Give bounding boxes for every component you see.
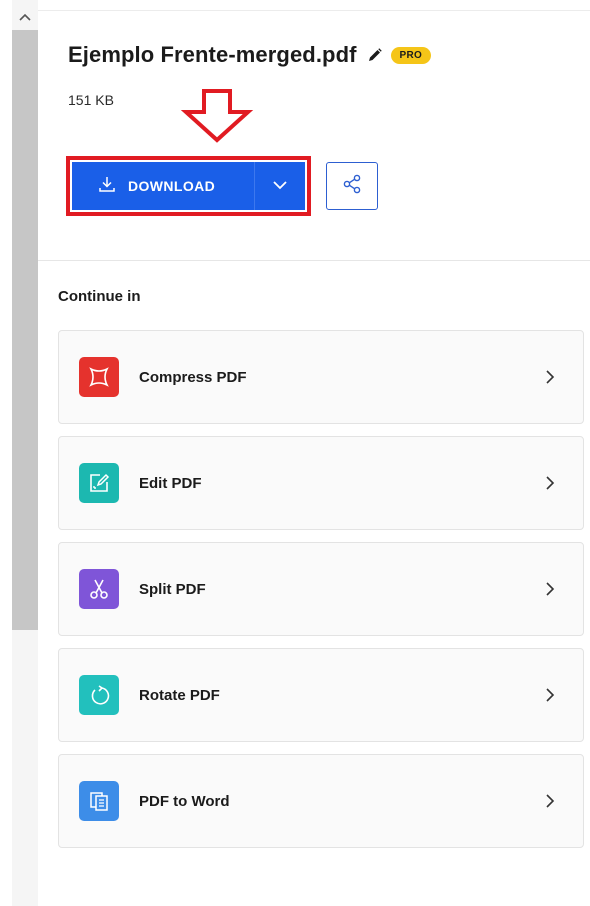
continue-in-heading: Continue in xyxy=(58,288,141,305)
edit-icon xyxy=(79,463,119,503)
compress-icon xyxy=(79,357,119,397)
chevron-right-icon xyxy=(545,793,555,809)
chevron-right-icon xyxy=(545,581,555,597)
vertical-scrollbar[interactable] xyxy=(12,0,38,906)
pro-badge: PRO xyxy=(390,46,432,64)
scissors-icon xyxy=(79,569,119,609)
chevron-right-icon xyxy=(545,687,555,703)
tool-label-pdf-to-word: PDF to Word xyxy=(139,792,230,810)
file-title-row: Ejemplo Frente-merged.pdf PRO xyxy=(68,42,432,68)
share-button[interactable] xyxy=(326,162,378,210)
top-divider xyxy=(38,10,590,11)
chevron-down-icon xyxy=(272,177,288,195)
tool-card-pdf-to-word[interactable]: PDF to Word xyxy=(58,754,584,848)
download-label: DOWNLOAD xyxy=(128,178,216,194)
file-panel: Ejemplo Frente-merged.pdf PRO 151 KB DOW… xyxy=(38,0,590,906)
tool-card-split-pdf[interactable]: Split PDF xyxy=(58,542,584,636)
download-options-dropdown[interactable] xyxy=(255,162,305,210)
scroll-up-arrow-icon[interactable] xyxy=(12,6,38,28)
rotate-icon xyxy=(79,675,119,715)
tool-label-split-pdf: Split PDF xyxy=(139,580,206,598)
download-main[interactable]: DOWNLOAD xyxy=(72,162,254,210)
pencil-icon[interactable] xyxy=(367,47,383,63)
word-icon xyxy=(79,781,119,821)
tool-card-compress-pdf[interactable]: Compress PDF xyxy=(58,330,584,424)
scrollbar-thumb[interactable] xyxy=(12,30,38,630)
download-icon xyxy=(98,175,116,198)
tool-label-edit-pdf: Edit PDF xyxy=(139,474,202,492)
tool-label-compress-pdf: Compress PDF xyxy=(139,368,247,386)
down-arrow-annotation-icon xyxy=(180,88,254,149)
section-divider xyxy=(38,260,590,261)
chevron-right-icon xyxy=(545,475,555,491)
tool-card-edit-pdf[interactable]: Edit PDF xyxy=(58,436,584,530)
chevron-right-icon xyxy=(545,369,555,385)
share-icon xyxy=(342,174,362,199)
tool-label-rotate-pdf: Rotate PDF xyxy=(139,686,220,704)
download-button[interactable]: DOWNLOAD xyxy=(72,162,305,210)
file-name: Ejemplo Frente-merged.pdf xyxy=(68,42,357,67)
tool-card-rotate-pdf[interactable]: Rotate PDF xyxy=(58,648,584,742)
file-size: 151 KB xyxy=(68,92,114,108)
